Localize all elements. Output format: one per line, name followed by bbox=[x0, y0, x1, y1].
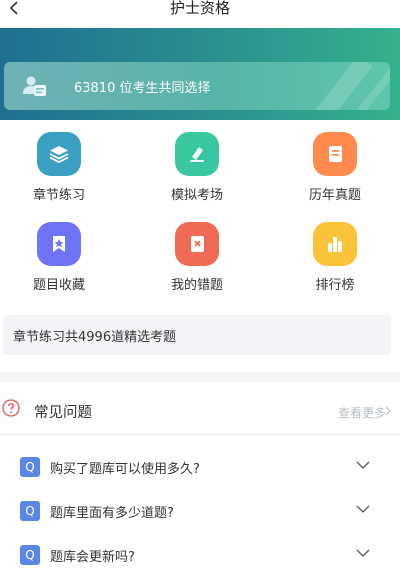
faq-item[interactable]: Q 题库里面有多少道题? bbox=[0, 491, 400, 531]
chapter-info-text: 章节练习共4996道精选考题 bbox=[13, 330, 177, 345]
grid-item-chapter-practice[interactable]: 章节练习 bbox=[4, 128, 114, 203]
top-bar: 护士资格 bbox=[0, 0, 400, 28]
pen-icon bbox=[175, 132, 219, 176]
users-icon bbox=[23, 76, 46, 96]
banner-text: 63810 位考生共同选择 bbox=[74, 81, 211, 96]
chevron-right-icon bbox=[385, 406, 391, 416]
grid-item-past-papers[interactable]: 历年真题 bbox=[280, 128, 390, 203]
chevron-down-icon bbox=[356, 461, 370, 469]
q-badge: Q bbox=[20, 457, 40, 477]
question-circle-icon bbox=[2, 399, 20, 417]
banner-card: 63810 位考生共同选择 bbox=[4, 62, 390, 110]
divider bbox=[0, 434, 400, 435]
grid-label: 排行榜 bbox=[315, 278, 355, 293]
grid-item-wrong-questions[interactable]: 我的错题 bbox=[142, 218, 252, 293]
chevron-down-icon bbox=[356, 505, 370, 513]
book-icon bbox=[313, 132, 357, 176]
faq-item[interactable]: Q 购买了题库可以使用多久? bbox=[0, 447, 400, 487]
faq-title: 常见问题 bbox=[34, 405, 92, 421]
grid-label: 题目收藏 bbox=[32, 278, 85, 293]
grid-label: 我的错题 bbox=[170, 278, 223, 293]
faq-question: 购买了题库可以使用多久? bbox=[50, 462, 200, 477]
grid-label: 模拟考场 bbox=[170, 188, 223, 203]
faq-question: 题库会更新吗? bbox=[50, 550, 135, 565]
chevron-down-icon bbox=[356, 549, 370, 557]
section-gap bbox=[0, 372, 400, 382]
grid-item-leaderboard[interactable]: 排行榜 bbox=[280, 218, 390, 293]
faq-item[interactable]: Q 题库会更新吗? bbox=[0, 535, 400, 575]
grid-item-mock-exam[interactable]: 模拟考场 bbox=[142, 128, 252, 203]
view-more-link[interactable]: 查看更多 bbox=[338, 404, 386, 421]
feature-grid: 章节练习 模拟考场 历年真题 题目收藏 我的错题 排行榜 bbox=[0, 128, 400, 298]
layers-icon bbox=[37, 132, 81, 176]
grid-item-favorites[interactable]: 题目收藏 bbox=[4, 218, 114, 293]
grid-label: 历年真题 bbox=[308, 188, 361, 203]
q-badge: Q bbox=[20, 545, 40, 565]
page-title: 护士资格 bbox=[169, 0, 230, 17]
star-bookmark-icon bbox=[37, 222, 81, 266]
chapter-info-box: 章节练习共4996道精选考题 bbox=[3, 315, 391, 355]
faq-question: 题库里面有多少道题? bbox=[50, 506, 174, 521]
grid-label: 章节练习 bbox=[32, 188, 85, 203]
q-badge: Q bbox=[20, 501, 40, 521]
faq-header: 常见问题 查看更多 bbox=[0, 388, 400, 432]
bar-chart-icon bbox=[313, 222, 357, 266]
wrong-book-icon bbox=[175, 222, 219, 266]
